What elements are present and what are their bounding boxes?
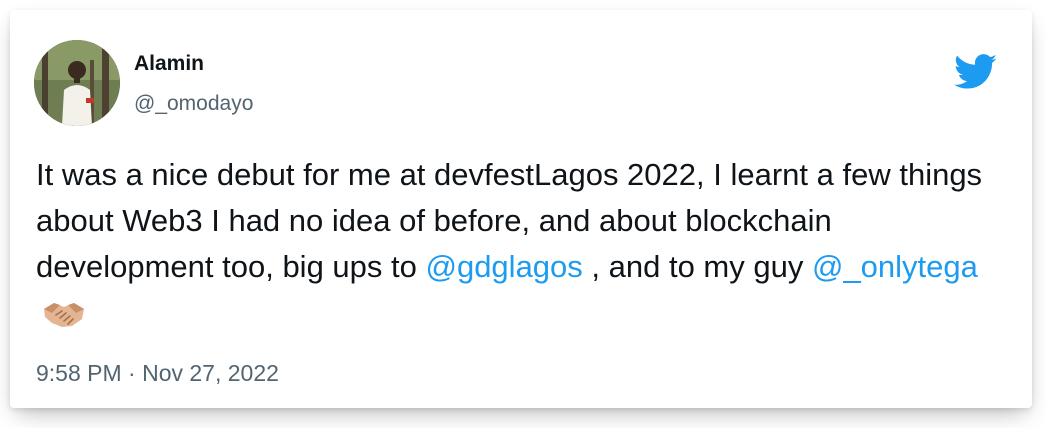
tweet-text: It was a nice debut for me at devfestLag… — [36, 152, 1016, 336]
author-handle[interactable]: @_omodayo — [134, 92, 253, 116]
tweet-card: Alamin @_omodayo It was a nice debut for… — [10, 10, 1032, 408]
mention-gdglagos-link[interactable]: @gdglagos — [425, 249, 582, 284]
author-display-name[interactable]: Alamin — [134, 52, 204, 76]
tweet-text-part-2: , and to my guy — [582, 249, 812, 284]
mention-onlytega-link[interactable]: @_onlytega — [812, 249, 978, 284]
avatar[interactable] — [34, 40, 120, 126]
tweet-timestamp[interactable]: 9:58 PM · Nov 27, 2022 — [36, 360, 279, 386]
avatar-photo — [34, 40, 120, 126]
handshake-emoji-icon — [42, 296, 86, 327]
twitter-bird-icon[interactable] — [954, 54, 998, 90]
